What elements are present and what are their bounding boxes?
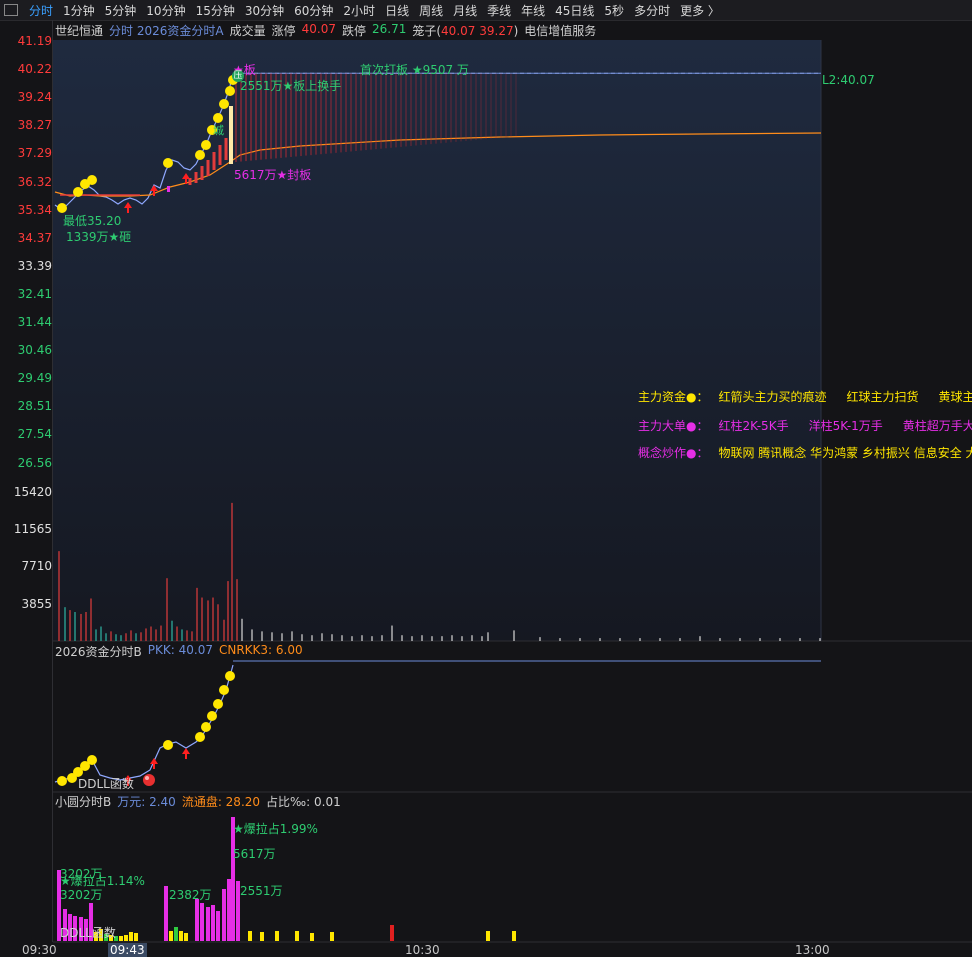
panel-c-wanyuan: 万元: 2.40 [117,795,176,809]
order-bar [211,905,215,941]
panel-c-ann-7: 2551万 [240,884,283,898]
order-bar [174,927,178,941]
panel-b-title: 2026资金分时B PKK: 40.07 CNRKK3: 6.00 [55,643,303,660]
yellow-ball [73,187,83,197]
legend-item-ocean-bar: 洋柱5K-1万手 [808,419,883,433]
order-bar [227,879,231,941]
panel-b-name: 2026资金分时B [55,645,142,659]
legend-row-concepts: 概念炒作●： 物联网 腾讯概念 华为鸿蒙 乡村振兴 信息安全 大数 [638,444,972,461]
panel-b-function-label: DDLL函数 [78,777,134,791]
order-bar [129,932,133,941]
order-bar [330,932,334,941]
order-bar [134,933,138,941]
order-bar [195,899,199,941]
red-ball-icon [143,774,155,786]
yellow-ball [219,685,229,695]
legend-key-concepts: 概念炒作●： [638,446,709,460]
order-bar [124,935,128,941]
legend-row-orders: 主力大单●： 红柱2K-5K手 洋柱5K-1万手 黄柱超万手大 [638,417,972,434]
panel-c-ratio: 占比‰: 0.01 [266,795,341,809]
yellow-ball [87,755,97,765]
legend-item-red-ball: 红球主力扫货 [846,390,919,404]
yellow-ball [213,699,223,709]
panel-c-name: 小圆分时B [55,795,112,809]
yellow-ball [225,86,235,96]
order-bar [169,931,173,941]
low-price-annotation: 最低35.20 [63,214,122,228]
turnover-annotation: 2551万★板上换手 [240,79,342,93]
yellow-ball [195,732,205,742]
yellow-ball [163,740,173,750]
time-label-open: 09:30 [22,943,57,957]
order-bar [184,933,188,941]
yellow-ball [225,671,235,681]
yellow-ball [207,711,217,721]
magenta-marker [167,186,170,192]
legend-item-red-bar: 红柱2K-5K手 [718,419,789,433]
order-bar [248,931,252,941]
red-ball-highlight [145,776,149,780]
legend-row-capital: 主力资金●： 红箭头主力买的痕迹 红球主力扫货 黄球主 [638,388,972,405]
time-label-cursor: 09:43 [108,943,147,957]
yellow-ball [57,776,67,786]
legend-key-capital: 主力资金●： [638,390,709,404]
first-limit-annotation: 首次打板 ★9507 万 [360,63,469,77]
yellow-ball [195,150,205,160]
price-panel-background [53,40,821,641]
panel-c-float: 流通盘: 28.20 [181,795,261,809]
panel-c-ann-6: 5617万 [233,847,276,861]
intraday-chart[interactable] [0,0,972,957]
time-label-1030: 10:30 [405,943,440,957]
red-arrow-icon [182,748,190,759]
panel-c-function-label: DDLL函数 [60,926,116,940]
seal-bar [229,106,233,164]
legend-item-red-arrow: 红箭头主力买的痕迹 [718,390,827,404]
panel-c-ann-5: ★爆拉占1.99% [233,822,318,836]
panel-b-pkk: PKK: 40.07 [147,643,213,657]
order-bar [310,933,314,941]
order-bar [179,931,183,941]
legend-item-yellow-ball: 黄球主 [938,390,972,404]
order-bar [275,931,279,941]
yellow-ball [219,99,229,109]
wall-mark: 城 [213,124,224,137]
legend-key-orders: 主力大单●： [638,419,709,433]
panel-b-cnrkk: CNRKK3: 6.00 [218,643,303,657]
order-bar [512,931,516,941]
order-bar [295,931,299,941]
panel-c-title: 小圆分时B 万元: 2.40 流通盘: 28.20 占比‰: 0.01 [55,793,341,810]
order-bar [260,932,264,941]
order-bar [222,889,226,941]
yellow-ball [201,722,211,732]
order-bar [164,886,168,941]
order-bar [200,903,204,941]
order-bar [390,925,394,941]
legend-concepts: 物联网 腾讯概念 华为鸿蒙 乡村振兴 信息安全 大数 [718,446,972,460]
time-label-1300: 13:00 [795,943,830,957]
order-bar [206,907,210,941]
order-bar [216,911,220,941]
yellow-ball [87,175,97,185]
limit-price-right-label: L2:40.07 [822,73,875,87]
legend-item-yellow-bar: 黄柱超万手大 [902,419,972,433]
panel-c-ann-4: 2382万 [169,888,212,902]
smash-annotation: 1339万★砸 [66,230,132,244]
seal-annotation: 5617万★封板 [234,168,312,182]
order-bar [119,936,123,941]
yellow-ball [201,140,211,150]
panel-c-ann-3: 3202万 [60,888,103,902]
yellow-ball [163,158,173,168]
order-bar [486,931,490,941]
